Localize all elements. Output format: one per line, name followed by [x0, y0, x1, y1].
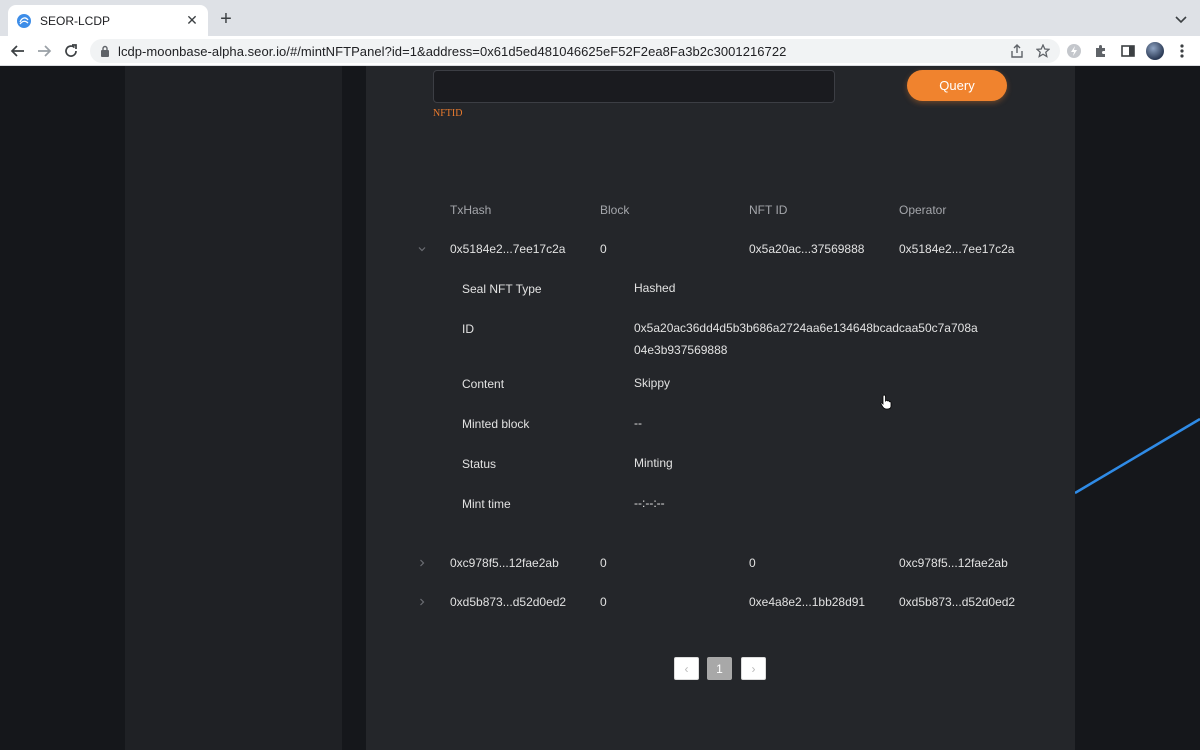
detail-label: ID — [462, 322, 474, 336]
tab-title: SEOR-LCDP — [40, 13, 111, 28]
row-txhash: 0xc978f5...12fae2ab — [450, 556, 559, 570]
detail-value: Hashed — [634, 281, 676, 295]
row-block: 0 — [600, 595, 607, 609]
back-arrow-icon[interactable] — [8, 41, 28, 61]
row-nft-id: 0 — [749, 556, 756, 570]
chevron-right-icon[interactable] — [417, 597, 427, 607]
header-operator: Operator — [899, 203, 947, 217]
query-button[interactable]: Query — [907, 70, 1007, 101]
puzzle-icon[interactable] — [1091, 41, 1111, 61]
address-bar[interactable]: lcdp-moonbase-alpha.seor.io/#/mintNFTPan… — [90, 39, 1060, 63]
more-menu-icon[interactable] — [1172, 41, 1192, 61]
row-operator: 0x5184e2...7ee17c2a — [899, 242, 1015, 256]
next-page-button[interactable]: › — [741, 657, 766, 680]
mint-nft-panel: NFTID Query TxHash Block NFT ID Operator… — [366, 66, 1075, 750]
decorative-line — [1075, 417, 1200, 495]
extension-icon[interactable] — [1064, 41, 1084, 61]
browser-toolbar: lcdp-moonbase-alpha.seor.io/#/mintNFTPan… — [0, 36, 1200, 66]
row-txhash: 0xd5b873...d52d0ed2 — [450, 595, 567, 609]
nftid-input[interactable] — [433, 70, 835, 103]
row-operator: 0xc978f5...12fae2ab — [899, 556, 1008, 570]
chevron-down-icon[interactable] — [417, 244, 427, 254]
row-nft-id: 0xe4a8e2...1bb28d91 — [749, 595, 866, 609]
url-text: lcdp-moonbase-alpha.seor.io/#/mintNFTPan… — [118, 43, 787, 59]
row-nft-id: 0x5a20ac...37569888 — [749, 242, 865, 256]
sidebar — [125, 66, 342, 750]
row-txhash: 0x5184e2...7ee17c2a — [450, 242, 566, 256]
lock-icon[interactable] — [100, 45, 110, 57]
bookmark-star-icon[interactable] — [1036, 44, 1050, 58]
detail-label: Mint time — [462, 497, 511, 511]
chevron-right-icon[interactable] — [417, 558, 427, 568]
detail-value: -- — [634, 416, 642, 430]
mouse-cursor-icon — [880, 394, 892, 410]
close-tab-icon[interactable]: ✕ — [184, 12, 200, 29]
page-content: NFTID Query TxHash Block NFT ID Operator… — [0, 66, 1200, 750]
row-block: 0 — [600, 556, 607, 570]
chevron-down-icon[interactable] — [1174, 12, 1188, 26]
share-icon[interactable] — [1010, 44, 1024, 58]
row-operator: 0xd5b873...d52d0ed2 — [899, 595, 1016, 609]
header-nft-id: NFT ID — [749, 203, 788, 217]
browser-tab-strip: SEOR-LCDP ✕ + — [0, 0, 1200, 36]
side-panel-icon[interactable] — [1118, 41, 1138, 61]
row-block: 0 — [600, 242, 607, 256]
detail-label: Minted block — [462, 417, 530, 431]
seor-logo-icon — [17, 13, 31, 28]
browser-tab[interactable]: SEOR-LCDP ✕ — [8, 5, 208, 36]
avatar[interactable] — [1145, 41, 1165, 61]
detail-value: Minting — [634, 456, 673, 470]
detail-value: --:--:-- — [634, 496, 665, 510]
prev-page-button[interactable]: ‹ — [674, 657, 699, 680]
page-1-button[interactable]: 1 — [707, 657, 732, 680]
detail-label: Content — [462, 377, 505, 391]
nftid-label: NFTID — [433, 108, 463, 119]
forward-arrow-icon[interactable] — [34, 41, 54, 61]
detail-value: 0x5a20ac36dd4d5b3b686a2724aa6e134648bcad… — [634, 321, 978, 357]
reload-icon[interactable] — [61, 41, 81, 61]
new-tab-icon[interactable]: + — [216, 9, 236, 29]
detail-label: Seal NFT Type — [462, 282, 542, 296]
header-txhash: TxHash — [450, 203, 492, 217]
header-block: Block — [600, 203, 630, 217]
detail-value: Skippy — [634, 376, 671, 390]
detail-label: Status — [462, 457, 497, 471]
